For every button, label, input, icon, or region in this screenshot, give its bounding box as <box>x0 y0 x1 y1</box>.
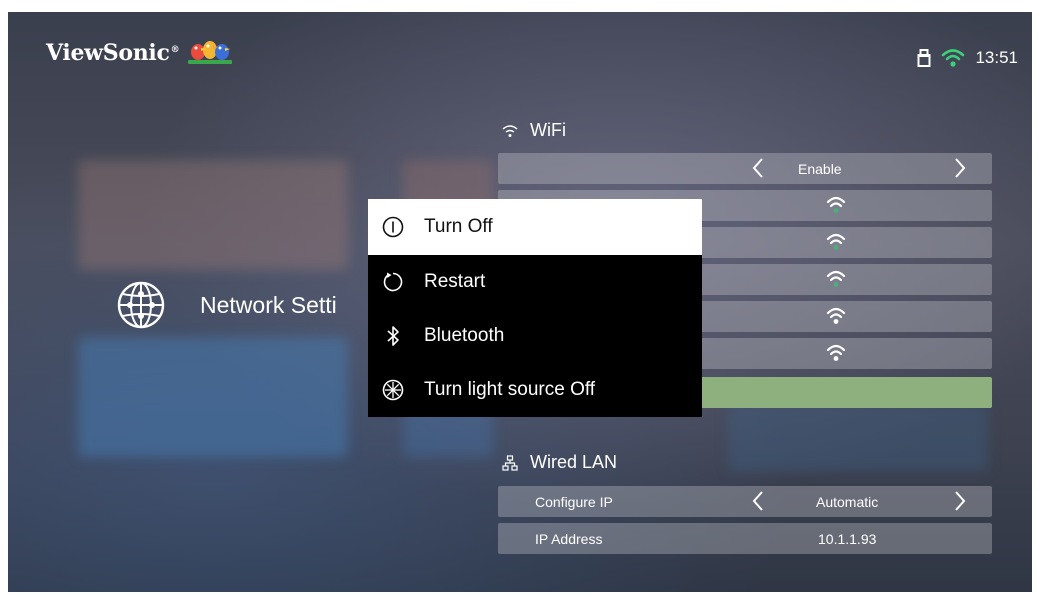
configure-ip-label: Configure IP <box>535 494 613 510</box>
menu-item-turn-light-source-off[interactable]: Turn light source Off <box>368 363 702 417</box>
wifi-signal-green-icon <box>826 196 846 213</box>
brand-logo: ViewSonic® <box>46 40 180 66</box>
menu-item-label: Turn Off <box>424 216 493 237</box>
menu-item-restart[interactable]: Restart <box>368 255 702 309</box>
bluetooth-icon <box>387 326 399 346</box>
wifi-heading: WiFi <box>502 120 566 141</box>
page-title-text: Network Setti <box>200 291 337 318</box>
restart-icon <box>383 272 403 292</box>
wifi-toggle-row[interactable]: Enable <box>498 153 992 184</box>
wifi-icon <box>942 49 965 67</box>
birds-logo-icon <box>188 41 232 64</box>
wired-lan-heading: Wired LAN <box>502 452 617 473</box>
light-off-icon <box>382 379 404 401</box>
wifi-heading-text: WiFi <box>530 120 566 140</box>
menu-item-label: Restart <box>424 271 486 292</box>
clock: 13:51 <box>975 48 1018 67</box>
configure-ip-value: Automatic <box>816 494 879 510</box>
wifi-signal-green-icon <box>826 270 846 287</box>
background-tile <box>78 337 348 457</box>
chevron-right-icon[interactable] <box>953 490 967 512</box>
registered-mark: ® <box>170 44 180 55</box>
chevron-left-icon[interactable] <box>751 490 765 512</box>
menu-item-label: Turn light source Off <box>424 379 596 400</box>
menu-item-bluetooth[interactable]: Bluetooth <box>368 309 702 363</box>
wifi-signal-green-icon <box>826 233 846 250</box>
wired-lan-icon <box>502 454 518 471</box>
globe-icon <box>117 281 165 329</box>
brand-name: ViewSonic <box>46 40 170 66</box>
chevron-right-icon[interactable] <box>953 157 967 179</box>
ip-address-label: IP Address <box>535 531 603 547</box>
chevron-left-icon[interactable] <box>751 157 765 179</box>
menu-item-turn-off[interactable]: Turn Off <box>368 199 702 255</box>
wifi-toggle-value: Enable <box>798 161 842 177</box>
page-title: Network Setti <box>116 280 337 330</box>
background-tile <box>78 160 348 270</box>
menu-item-label: Bluetooth <box>424 325 505 346</box>
wired-lan-heading-text: Wired LAN <box>530 452 618 472</box>
wifi-signal-white-icon <box>826 344 846 361</box>
power-icon <box>382 216 404 238</box>
configure-ip-row[interactable]: Configure IP Automatic <box>498 486 992 517</box>
wifi-section-icon <box>502 124 518 137</box>
background-tile <box>728 402 988 472</box>
ip-address-value: 10.1.1.93 <box>818 531 877 547</box>
wifi-signal-white-icon <box>826 307 846 324</box>
status-bar: 13:51 <box>917 48 1018 68</box>
projector-screen: ViewSonic® 13:51 Network Setti WiFi Enab… <box>8 12 1032 592</box>
ip-address-row: IP Address 10.1.1.93 <box>498 523 992 554</box>
usb-icon <box>917 49 931 67</box>
power-menu: Turn Off Restart Bluetooth Turn light so… <box>368 199 702 417</box>
